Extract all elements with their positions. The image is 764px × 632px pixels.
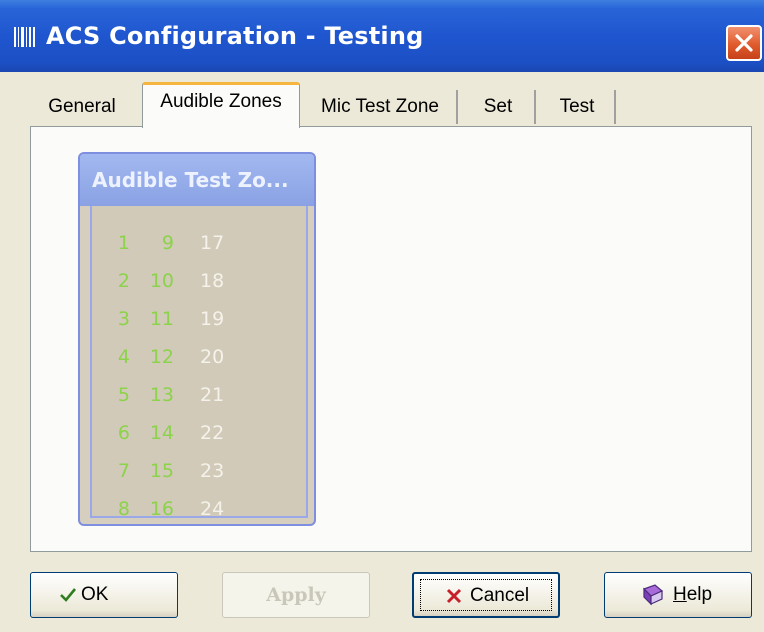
zone-10-label: 10 xyxy=(149,270,174,292)
zone-6-label: 6 xyxy=(117,422,130,444)
window-title: ACS Configuration - Testing xyxy=(46,22,424,50)
zone-grid: 1 2 3 4 5 6 7 8 9 10 11 12 13 14 15 16 17 18 19 20 21 22 23 24 xyxy=(90,206,308,520)
zone-9-label: 9 xyxy=(161,232,174,254)
tab-label: Test xyxy=(559,96,595,117)
help-label-rest: elp xyxy=(686,584,713,605)
tab-label: General xyxy=(48,96,116,117)
group-title: Audible Test Zo... xyxy=(92,168,289,192)
zone-19-label: 19 xyxy=(200,308,225,330)
zone-11-label: 11 xyxy=(149,308,174,330)
zone-24-label: 24 xyxy=(200,498,225,520)
tab-test[interactable]: Test xyxy=(538,90,616,124)
audible-test-zones-group: Audible Test Zo... 1 2 3 4 5 6 7 8 9 10 11 12 13 14 15… xyxy=(78,152,316,526)
close-button[interactable] xyxy=(726,25,762,61)
acs-config-window: ACS Configuration - Testing General Audi… xyxy=(0,0,764,632)
tab-mic-test-zone[interactable]: Mic Test Zone xyxy=(302,90,458,124)
ok-button[interactable]: OK xyxy=(30,572,178,618)
zone-8-label: 8 xyxy=(117,498,130,520)
zone-14-label: 14 xyxy=(149,422,174,444)
zone-13-label: 13 xyxy=(149,384,174,406)
barcode-app-icon xyxy=(14,26,36,48)
help-book-icon xyxy=(641,583,665,613)
zone-16-label: 16 xyxy=(149,498,174,520)
tab-separator xyxy=(614,90,616,124)
help-accelerator: H xyxy=(673,584,687,605)
check-icon xyxy=(59,586,77,610)
cancel-button[interactable]: Cancel xyxy=(412,572,560,618)
tab-general[interactable]: General xyxy=(34,90,130,124)
zone-7-label: 7 xyxy=(117,460,130,482)
zone-22-label: 22 xyxy=(200,422,225,444)
tab-separator xyxy=(456,90,458,124)
cancel-label: Cancel xyxy=(470,585,530,606)
zone-2-label: 2 xyxy=(117,270,130,292)
zone-5-label: 5 xyxy=(117,384,130,406)
title-bar[interactable]: ACS Configuration - Testing xyxy=(0,0,764,72)
ok-label: OK xyxy=(81,584,109,605)
zone-20-label: 20 xyxy=(200,346,225,368)
x-icon xyxy=(446,588,462,610)
zone-4-label: 4 xyxy=(117,346,130,368)
zone-1-label: 1 xyxy=(117,232,130,254)
close-icon xyxy=(735,34,753,52)
tab-set[interactable]: Set xyxy=(460,90,536,124)
zone-3-label: 3 xyxy=(117,308,130,330)
tab-label: Set xyxy=(483,96,513,117)
zone-17-label: 17 xyxy=(200,232,225,254)
tab-audible-zones[interactable]: Audible Zones xyxy=(142,82,300,128)
apply-button[interactable]: Apply xyxy=(222,572,370,618)
zone-21-label: 21 xyxy=(200,384,225,406)
tab-label: Mic Test Zone xyxy=(321,96,439,117)
help-button[interactable]: Help xyxy=(604,572,752,618)
tab-label: Audible Zones xyxy=(160,91,282,112)
zone-23-label: 23 xyxy=(200,460,225,482)
help-label: Help xyxy=(673,584,712,606)
apply-label: Apply xyxy=(266,584,326,606)
zone-15-label: 15 xyxy=(149,460,174,482)
group-header[interactable]: Audible Test Zo... xyxy=(80,154,314,206)
tab-separator xyxy=(534,90,536,124)
zone-12-label: 12 xyxy=(149,346,174,368)
zone-18-label: 18 xyxy=(200,270,225,292)
